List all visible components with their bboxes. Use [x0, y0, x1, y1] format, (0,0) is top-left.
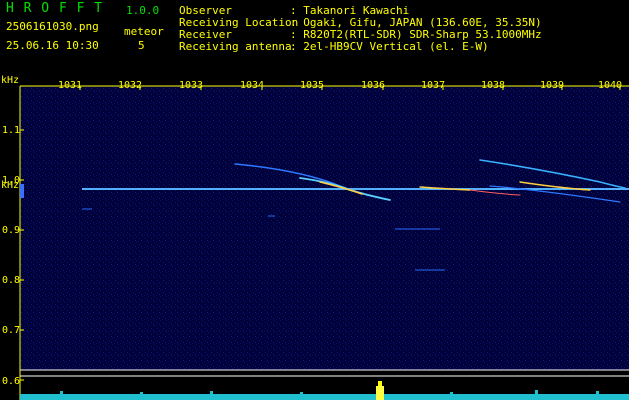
spectrogram: kHz kHz 1031 1032 1033 1034 1035 1036 10…	[1, 75, 629, 400]
freq-tick-label: 1.1	[2, 125, 20, 136]
freq-tick-label: 0.7	[2, 325, 20, 336]
header-panel: H R O F F T 1.0.0 2506161030.png meteor …	[0, 0, 629, 74]
time-tick-label: 1034	[240, 80, 264, 91]
freq-tick-label: 0.6	[2, 376, 20, 387]
freq-tick-label: 1.0	[2, 175, 20, 186]
app-title: H R O F F T	[6, 1, 104, 16]
time-tick-label: 1032	[118, 80, 142, 91]
time-tick-label: 1035	[300, 80, 324, 91]
info-value-antenna: : 2el-HB9CV Vertical (el. E-W)	[290, 40, 489, 53]
date-time: 25.06.16 10:30	[6, 39, 99, 52]
info-label-antenna: Receiving antenna	[179, 40, 292, 53]
freq-tick-label: 0.8	[2, 275, 20, 286]
time-tick-label: 1040	[598, 80, 622, 91]
meteor-label: meteor	[124, 25, 164, 38]
app-version: 1.0.0	[126, 4, 160, 17]
meteor-count: 5	[138, 39, 145, 52]
spectrogram-area	[20, 86, 629, 380]
time-tick-label: 1037	[421, 80, 445, 91]
time-tick-label: 1038	[481, 80, 505, 91]
unit-label-top: kHz	[1, 75, 19, 86]
time-tick-label: 1031	[58, 80, 82, 91]
file-name: 2506161030.png	[6, 20, 99, 33]
time-tick-label: 1033	[179, 80, 203, 91]
time-tick-label: 1039	[540, 80, 564, 91]
freq-tick-label: 0.9	[2, 225, 20, 236]
time-tick-label: 1036	[361, 80, 385, 91]
